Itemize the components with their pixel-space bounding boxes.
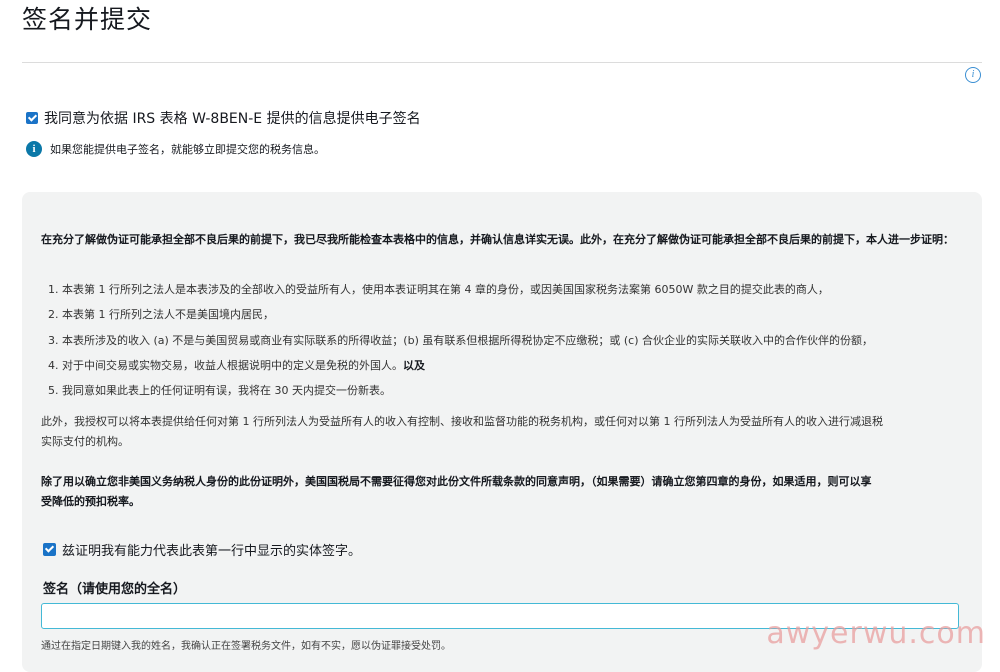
esign-hint: i 如果您能提供电子签名，就能够立即提交您的税务信息。 bbox=[26, 141, 325, 157]
irs-note-line-1: 除了用以确立您非美国义务纳税人身份的此份证明外，美国国税局不需要征得您对此份文件… bbox=[41, 475, 872, 488]
esign-consent-checkbox[interactable] bbox=[26, 112, 38, 124]
authorization-text-line-2: 实际支付的机构。 bbox=[41, 435, 129, 448]
esign-hint-text: 如果您能提供电子签名，就能够立即提交您的税务信息。 bbox=[50, 143, 325, 156]
watermark: awyerwu.com bbox=[766, 616, 986, 651]
certification-item-4-suffix: 以及 bbox=[403, 359, 425, 372]
esign-consent-row[interactable]: 我同意为依据 IRS 表格 W-8BEN-E 提供的信息提供电子签名 bbox=[26, 108, 421, 128]
certification-item-4: 4. 对于中间交易或实物交易，收益人根据说明中的定义是免税的外国人。以及 bbox=[48, 356, 425, 376]
certification-item-1: 1. 本表第 1 行所列之法人是本表涉及的全部收入的受益所有人，使用本表证明其在… bbox=[48, 283, 829, 296]
title-divider bbox=[22, 62, 982, 63]
signing-capacity-checkbox[interactable] bbox=[43, 543, 56, 556]
certification-item-5: 5. 我同意如果此表上的任何证明有误，我将在 30 天内提交一份新表。 bbox=[48, 384, 391, 397]
certification-intro: 在充分了解做伪证可能承担全部不良后果的前提下，我已尽我所能检查本表格中的信息，并… bbox=[41, 233, 954, 246]
certification-item-2: 2. 本表第 1 行所列之法人不是美国境内居民， bbox=[48, 308, 274, 321]
signature-note: 通过在指定日期键入我的姓名，我确认正在签署税务文件，如有不实，愿以伪证罪接受处罚… bbox=[41, 641, 451, 652]
signing-capacity-row[interactable]: 兹证明我有能力代表此表第一行中显示的实体签字。 bbox=[43, 540, 361, 559]
authorization-text-line-1: 此外，我授权可以将本表提供给任何对第 1 行所列法人为受益所有人的收入有控制、接… bbox=[41, 415, 883, 428]
signature-label: 签名（请使用您的全名） bbox=[43, 582, 187, 597]
certification-panel bbox=[22, 192, 982, 672]
page-title: 签名并提交 bbox=[22, 5, 153, 34]
signing-capacity-label: 兹证明我有能力代表此表第一行中显示的实体签字。 bbox=[62, 544, 362, 559]
certification-item-4-text: 4. 对于中间交易或实物交易，收益人根据说明中的定义是免税的外国人。 bbox=[48, 359, 403, 372]
info-icon: i bbox=[26, 141, 42, 157]
certification-item-3: 3. 本表所涉及的收入 (a) 不是与美国贸易或商业有实际联系的所得收益；(b)… bbox=[48, 334, 873, 347]
esign-consent-label: 我同意为依据 IRS 表格 W-8BEN-E 提供的信息提供电子签名 bbox=[44, 111, 421, 127]
help-info-icon[interactable]: i bbox=[965, 67, 981, 83]
irs-note-line-2: 受降低的预扣税率。 bbox=[41, 495, 140, 508]
